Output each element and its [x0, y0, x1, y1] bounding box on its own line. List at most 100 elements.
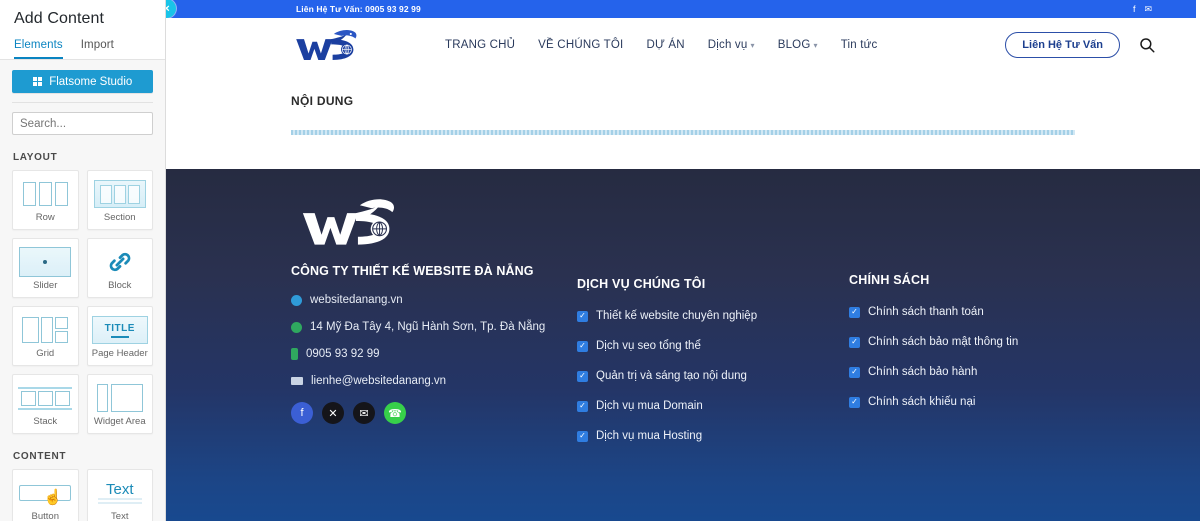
- nav-item-blog[interactable]: BLOG ▾: [778, 39, 818, 51]
- footer-policy-label: Chính sách thanh toán: [868, 306, 984, 318]
- topbar-contact: Liên Hệ Tư Vấn: 0905 93 92 99: [296, 4, 421, 14]
- check-icon: ✓: [849, 336, 860, 348]
- element-label: Row: [35, 212, 55, 223]
- element-row[interactable]: Row: [12, 170, 79, 230]
- site-footer: CÔNG TY THIẾT KẾ WEBSITE ĐÀ NẴNG website…: [166, 169, 1200, 521]
- facebook-glyph: f: [300, 407, 304, 419]
- footer-policy-label: Chính sách bảo hành: [868, 366, 978, 378]
- dotted-divider: [291, 130, 1075, 135]
- scrollbar-track[interactable]: [1196, 0, 1200, 169]
- check-icon: ✓: [577, 400, 588, 412]
- footer-policy-item[interactable]: ✓ Chính sách bảo mật thông tin: [849, 336, 1109, 348]
- element-label: Section: [103, 212, 136, 223]
- chevron-down-icon: ▾: [750, 40, 755, 50]
- nav-item-dich-vu[interactable]: Dịch vụ ▾: [708, 39, 755, 51]
- site-navbar: TRANG CHỦ VỀ CHÚNG TÔI DỰ ÁN Dịch vụ ▾ B…: [166, 18, 1200, 72]
- element-stack[interactable]: Stack: [12, 374, 79, 434]
- page-header-art-label: TITLE: [104, 322, 135, 334]
- footer-email-text[interactable]: lienhe@websitedanang.vn: [311, 375, 446, 387]
- element-widget-area[interactable]: Widget Area: [86, 374, 153, 434]
- footer-address-line: 14 Mỹ Đa Tây 4, Ngũ Hành Sơn, Tp. Đà Nẵn…: [291, 321, 577, 333]
- footer-policy-heading: CHÍNH SÁCH: [849, 273, 930, 287]
- element-text[interactable]: Text Text: [86, 469, 153, 521]
- email-icon[interactable]: ✉: [1144, 4, 1152, 15]
- footer-service-item[interactable]: ✓ Dịch vụ seo tổng thể: [577, 340, 849, 352]
- element-label: Grid: [36, 348, 55, 359]
- element-grid[interactable]: Grid: [12, 306, 79, 366]
- footer-social-links: f ✕ ✉ ☎: [291, 402, 577, 424]
- contact-cta-button[interactable]: Liên Hệ Tư Vấn: [1005, 32, 1120, 58]
- phone-icon[interactable]: ☎: [384, 402, 406, 424]
- nav-item-tin-tuc[interactable]: Tin tức: [841, 39, 878, 51]
- element-slider[interactable]: Slider: [12, 238, 79, 298]
- check-icon: ✓: [577, 310, 588, 322]
- wsd-logo-icon[interactable]: [291, 23, 369, 67]
- footer-website-text[interactable]: websitedanang.vn: [310, 294, 403, 306]
- x-twitter-icon[interactable]: ✕: [322, 402, 344, 424]
- footer-policy-label: Chính sách khiếu nại: [868, 396, 976, 408]
- check-icon: ✓: [849, 396, 860, 408]
- footer-company-column: CÔNG TY THIẾT KẾ WEBSITE ĐÀ NẴNG website…: [291, 191, 577, 521]
- nav-item-trang-chu[interactable]: TRANG CHỦ: [445, 39, 515, 51]
- tab-import[interactable]: Import: [81, 36, 114, 59]
- mail-icon: [291, 377, 303, 385]
- search-input[interactable]: [12, 112, 153, 135]
- footer-service-item[interactable]: ✓ Dịch vụ mua Hosting: [577, 430, 849, 442]
- widget-area-thumb-icon: [88, 381, 153, 415]
- element-block[interactable]: Block: [86, 238, 153, 298]
- footer-policy-item[interactable]: ✓ Chính sách khiếu nại: [849, 396, 1109, 408]
- footer-phone-text[interactable]: 0905 93 92 99: [306, 348, 380, 360]
- footer-service-label: Thiết kế website chuyên nghiệp: [596, 310, 758, 322]
- element-label: Button: [31, 511, 59, 521]
- footer-company-name: CÔNG TY THIẾT KẾ WEBSITE ĐÀ NẴNG: [291, 264, 534, 278]
- footer-policy-item[interactable]: ✓ Chính sách bảo hành: [849, 366, 1109, 378]
- content-thumb-grid: ☝ Button Text Text: [12, 469, 153, 521]
- topbar-social: f ✉: [1133, 4, 1152, 15]
- search-icon[interactable]: [1138, 36, 1156, 54]
- row-thumb-icon: [13, 177, 78, 211]
- stack-thumb-icon: [13, 381, 78, 415]
- email-icon[interactable]: ✉: [353, 402, 375, 424]
- check-icon: ✓: [849, 306, 860, 318]
- tab-elements[interactable]: Elements: [14, 36, 63, 59]
- element-page-header[interactable]: TITLE Page Header: [86, 306, 153, 366]
- add-content-sidebar: Add Content Elements Import Flatsome Stu…: [0, 0, 166, 521]
- facebook-icon[interactable]: f: [1133, 4, 1136, 15]
- section-heading-layout: LAYOUT: [13, 152, 58, 163]
- footer-service-label: Dịch vụ seo tổng thể: [596, 340, 701, 352]
- element-label: Stack: [33, 416, 58, 427]
- footer-service-label: Dịch vụ mua Domain: [596, 400, 703, 412]
- facebook-icon[interactable]: f: [291, 402, 313, 424]
- footer-policy-item[interactable]: ✓ Chính sách thanh toán: [849, 306, 1109, 318]
- nav-label: TRANG CHỦ: [445, 39, 516, 51]
- footer-service-item[interactable]: ✓ Quản trị và sáng tạo nội dung: [577, 370, 849, 382]
- footer-service-label: Quản trị và sáng tạo nội dung: [596, 370, 747, 382]
- nav-item-ve-chung-toi[interactable]: VỀ CHÚNG TÔI: [538, 39, 623, 51]
- element-section[interactable]: Section: [86, 170, 153, 230]
- footer-service-item[interactable]: ✓ Thiết kế website chuyên nghiệp: [577, 310, 849, 322]
- sidebar-tabs: Elements Import: [0, 36, 165, 60]
- nav-item-du-an[interactable]: DỰ ÁN: [646, 39, 684, 51]
- element-label: Page Header: [91, 348, 148, 359]
- panel-title: Add Content: [0, 0, 165, 36]
- wsd-footer-logo-icon: [302, 199, 395, 245]
- page-header-thumb-icon: TITLE: [88, 313, 153, 347]
- button-thumb-icon: ☝: [13, 476, 78, 510]
- editor-window: Add Content Elements Import Flatsome Stu…: [0, 0, 1200, 521]
- nav-label: Dịch vụ: [707, 39, 748, 51]
- text-art-label: Text: [105, 480, 134, 498]
- element-button[interactable]: ☝ Button: [12, 469, 79, 521]
- layout-thumb-grid: Row Section Slider Block Grid TITLE Page…: [12, 170, 153, 434]
- email-glyph: ✉: [359, 407, 369, 420]
- slider-thumb-icon: [13, 245, 78, 279]
- phone-icon: [291, 348, 298, 360]
- flatsome-studio-button[interactable]: Flatsome Studio: [12, 70, 153, 93]
- nav-label: VỀ CHÚNG TÔI: [538, 39, 624, 51]
- element-label: Widget Area: [93, 416, 146, 427]
- nav-label: BLOG: [777, 39, 811, 51]
- footer-policy-label: Chính sách bảo mật thông tin: [868, 336, 1019, 348]
- divider: [12, 102, 153, 103]
- page-content-area: NỘI DUNG: [166, 72, 1200, 169]
- footer-phone-line: 0905 93 92 99: [291, 348, 577, 360]
- footer-service-item[interactable]: ✓ Dịch vụ mua Domain: [577, 400, 849, 412]
